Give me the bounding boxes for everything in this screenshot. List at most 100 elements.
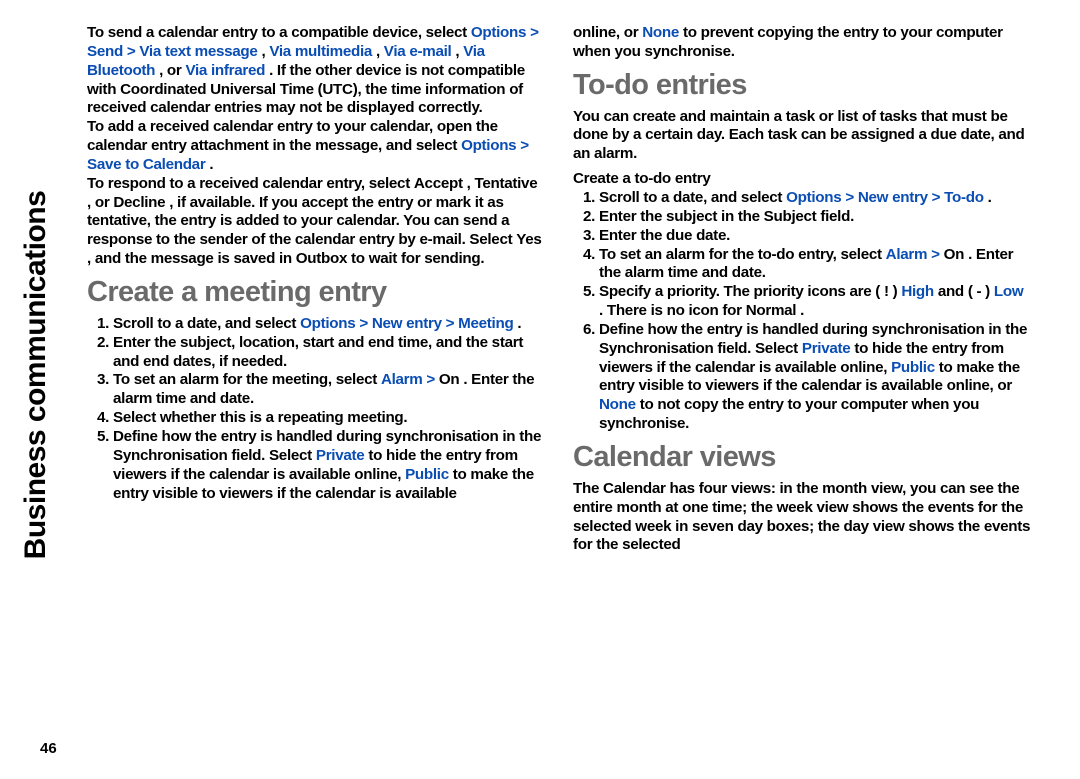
list-item: Select whether this is a repeating meeti… [113, 409, 545, 428]
meeting-steps: Scroll to a date, and select Options > N… [87, 315, 545, 503]
ui-via-email: Via e-mail [384, 43, 452, 60]
ui-none: None [599, 396, 636, 413]
list-item: Define how the entry is handled during s… [599, 321, 1031, 434]
ui-synchronisation: Synchronisation [113, 447, 228, 464]
ui-send: Send [87, 43, 123, 60]
ui-alarm: Alarm [381, 371, 423, 388]
subheading-create-todo: Create a to-do entry [573, 170, 1031, 189]
para-cont-sync: online, or None to prevent copying the e… [573, 24, 1031, 62]
ui-none: None [642, 24, 679, 41]
text: . [800, 302, 804, 319]
text: . There is no icon for [599, 302, 746, 319]
ui-via-text-message: Via text message [139, 43, 257, 60]
text: , and the message is saved in Outbox to … [87, 250, 484, 267]
text: . [209, 156, 213, 173]
text: To send a calendar entry to a compatible… [87, 24, 471, 41]
text: To add a received calendar entry to your… [87, 118, 498, 154]
ui-public: Public [891, 359, 935, 376]
ui-private: Private [802, 340, 851, 357]
heading-calendar-views: Calendar views [573, 440, 1031, 476]
ui-synchronisation: Synchronisation [599, 340, 714, 357]
ui-yes: Yes [516, 231, 541, 248]
ui-normal: Normal [746, 302, 797, 319]
ui-accept: Accept [414, 175, 463, 192]
sep-gt: > [520, 137, 529, 154]
text: , or [159, 62, 185, 79]
list-item: To set an alarm for the to-do entry, sel… [599, 246, 1031, 284]
ui-via-multimedia: Via multimedia [269, 43, 372, 60]
ui-on: On [944, 246, 965, 263]
sep-gt: > [359, 315, 372, 332]
text: Enter the subject in the [599, 208, 764, 225]
text: Specify a priority. The priority icons a… [599, 283, 901, 300]
ui-alarm: Alarm [886, 246, 928, 263]
ui-options: Options [471, 24, 526, 41]
sep-gt: > [931, 246, 944, 263]
text: online, or [573, 24, 642, 41]
ui-private: Private [316, 447, 365, 464]
sep-gt: > [426, 371, 439, 388]
text: , [467, 175, 475, 192]
content-columns: To send a calendar entry to a compatible… [87, 24, 1050, 779]
ui-new-entry: New entry [372, 315, 442, 332]
text: Scroll to a date, and select [599, 189, 786, 206]
ui-meeting: Meeting [458, 315, 513, 332]
ui-todo: To-do [944, 189, 984, 206]
ui-save-to-calendar: Save to Calendar [87, 156, 205, 173]
text: To set an alarm for the to-do entry, sel… [599, 246, 886, 263]
ui-decline: Decline [113, 194, 165, 211]
ui-tentative: Tentative [475, 175, 538, 192]
text: . [517, 315, 521, 332]
para-calendar-views: The Calendar has four views: in the mont… [573, 480, 1031, 555]
ui-low: Low [994, 283, 1023, 300]
sep-gt: > [845, 189, 858, 206]
text: . [988, 189, 992, 206]
ui-options: Options [461, 137, 516, 154]
list-item: Scroll to a date, and select Options > N… [599, 189, 1031, 208]
heading-todo-entries: To-do entries [573, 68, 1031, 104]
text: field. [820, 208, 854, 225]
manual-page: Business communications 46 To send a cal… [0, 0, 1080, 779]
para-respond: To respond to a received calendar entry,… [87, 175, 545, 269]
heading-create-meeting: Create a meeting entry [87, 275, 545, 311]
text: To set an alarm for the meeting, select [113, 371, 381, 388]
text: Scroll to a date, and select [113, 315, 300, 332]
ui-via-infrared: Via infrared [185, 62, 265, 79]
list-item: Enter the subject in the Subject field. [599, 208, 1031, 227]
list-item: Scroll to a date, and select Options > N… [113, 315, 545, 334]
todo-steps: Scroll to a date, and select Options > N… [573, 189, 1031, 434]
sep-gt: > [932, 189, 945, 206]
list-item: Enter the due date. [599, 227, 1031, 246]
text: and ( - ) [938, 283, 994, 300]
ui-high: High [901, 283, 934, 300]
section-tab: Business communications [6, 20, 66, 760]
ui-options: Options [786, 189, 841, 206]
list-item: Enter the subject, location, start and e… [113, 334, 545, 372]
list-item: Specify a priority. The priority icons a… [599, 283, 1031, 321]
sep-gt: > [530, 24, 539, 41]
para-add-received: To add a received calendar entry to your… [87, 118, 545, 175]
sep-gt: > [127, 43, 140, 60]
text: field. Select [231, 447, 315, 464]
list-item: To set an alarm for the meeting, select … [113, 371, 545, 409]
right-column: online, or None to prevent copying the e… [573, 24, 1031, 779]
text: field. Select [717, 340, 801, 357]
para-todo-intro: You can create and maintain a task or li… [573, 108, 1031, 165]
left-column: To send a calendar entry to a compatible… [87, 24, 545, 779]
text: Define how the entry is handled during s… [599, 321, 1027, 338]
text: to not copy the entry to your computer w… [599, 396, 979, 432]
section-tab-label: Business communications [19, 165, 53, 585]
para-send-entry: To send a calendar entry to a compatible… [87, 24, 545, 118]
text: Define how the entry is handled during s… [113, 428, 541, 445]
ui-public: Public [405, 466, 449, 483]
text: , [376, 43, 384, 60]
page-number: 46 [40, 740, 57, 757]
ui-on: On [439, 371, 460, 388]
ui-new-entry: New entry [858, 189, 928, 206]
text: , or [87, 194, 113, 211]
list-item: Define how the entry is handled during s… [113, 428, 545, 503]
sep-gt: > [446, 315, 459, 332]
text: To respond to a received calendar entry,… [87, 175, 414, 192]
ui-subject: Subject [764, 208, 817, 225]
ui-options: Options [300, 315, 355, 332]
